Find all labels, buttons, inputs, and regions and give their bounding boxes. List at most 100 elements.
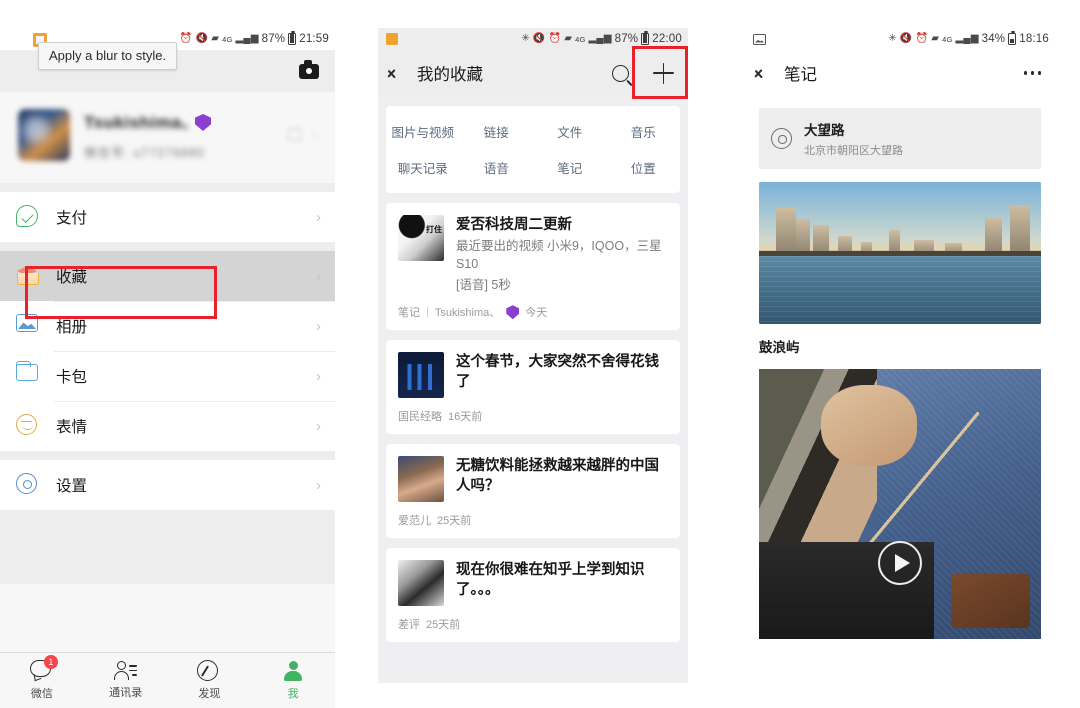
photo-water: [759, 255, 1041, 324]
signal-icon: ▂▄▆: [588, 33, 612, 44]
section-divider: [0, 242, 335, 251]
filter-chip-links[interactable]: 链接: [460, 122, 534, 141]
navbar-actions-panel3: [1023, 71, 1041, 75]
screenshot-stage: ⏰ 🔇 ▰ 4G ▂▄▆ 87% 21:59 Tsukishima、 微信号: …: [0, 0, 1080, 708]
sidebar-item-emoji[interactable]: 表情 ›: [0, 401, 335, 451]
filter-chip-location[interactable]: 位置: [607, 158, 681, 177]
item-meta-type: 笔记: [398, 307, 420, 320]
clock-label: 21:59: [299, 33, 329, 45]
profile-name: Tsukishima、: [84, 113, 199, 132]
clock-label: 18:16: [1019, 33, 1049, 45]
chat-icon: 1: [29, 655, 58, 682]
filter-chip-voice[interactable]: 语音: [460, 158, 534, 177]
wifi-icon: ▰: [931, 33, 940, 44]
back-chevron-icon[interactable]: [392, 64, 403, 83]
section-divider: [0, 183, 335, 192]
battery-percent-label: 87%: [614, 33, 639, 45]
phone-panel-note-detail: ✳ 🔇 ⏰ ▰ 4G ▂▄▆ 34% 18:16 笔记 大望路 北京市朝阳区大望…: [745, 28, 1055, 708]
network-type-label: 4G: [222, 34, 233, 44]
discover-compass-icon: [197, 660, 221, 682]
more-dots-icon[interactable]: [1023, 71, 1041, 75]
photo-building: [1009, 204, 1030, 256]
item-meta-author: 差评: [398, 619, 420, 632]
emoji-icon: [16, 414, 40, 438]
clock-label: 22:00: [652, 33, 682, 45]
note-photo[interactable]: [759, 182, 1041, 324]
tab-label: 发现: [198, 688, 221, 700]
navbar-actions-panel1: [299, 60, 321, 79]
sidebar-item-label: 表情: [56, 419, 88, 436]
network-type-label: 4G: [942, 34, 953, 44]
alarm-icon: ⏰: [548, 33, 562, 44]
note-content: 大望路 北京市朝阳区大望路 鼓浪屿: [745, 96, 1055, 639]
list-item[interactable]: 这个春节，大家突然不舍得花钱了 国民经略 16天前: [386, 340, 680, 435]
menu-group-pay: 支付 ›: [0, 192, 335, 242]
battery-percent-label: 87%: [261, 33, 286, 45]
status-right-icons: ✳ 🔇 ⏰ ▰ 4G ▂▄▆ 34% 18:16: [888, 31, 1049, 45]
list-item[interactable]: 爱否科技周二更新 最近要出的视频 小米9，IQOO，三星S10 [语音] 5秒 …: [386, 203, 680, 331]
filter-chip-files[interactable]: 文件: [533, 122, 607, 141]
signal-icon: ▂▄▆: [235, 33, 259, 44]
item-thumbnail: [398, 215, 444, 261]
note-video[interactable]: [759, 369, 1041, 639]
empty-filler: [0, 510, 335, 584]
search-icon[interactable]: [612, 64, 629, 82]
plus-icon[interactable]: [653, 62, 674, 84]
item-title: 爱否科技周二更新: [456, 217, 572, 233]
tab-me[interactable]: 我: [251, 653, 335, 708]
sidebar-item-label: 相册: [56, 319, 88, 336]
camera-icon[interactable]: [299, 60, 319, 79]
item-meta-author: 国民经略: [398, 411, 442, 424]
filter-chip-music[interactable]: 音乐: [607, 122, 681, 141]
filter-chip-row: 聊天记录 语音 笔记 位置: [386, 158, 680, 177]
sidebar-item-favorites[interactable]: 收藏 ›: [0, 251, 335, 301]
sidebar-item-album[interactable]: 相册 ›: [0, 301, 335, 351]
app-icon: [386, 33, 398, 45]
tab-wechat[interactable]: 1 微信: [0, 653, 84, 708]
location-name: 大望路: [804, 123, 845, 138]
page-title: 我的收藏: [417, 66, 483, 84]
menu-group-settings: 设置 ›: [0, 460, 335, 510]
list-item[interactable]: 无糖饮料能拯救越来越胖的中国人吗？ 爱范儿 25天前: [386, 444, 680, 539]
signal-icon: ▂▄▆: [955, 33, 979, 44]
menu-group-main: 收藏 › 相册 › 卡包 › 表情 ›: [0, 251, 335, 451]
location-card[interactable]: 大望路 北京市朝阳区大望路: [759, 108, 1041, 169]
item-subtitle-secondary: [语音] 5秒: [456, 277, 511, 292]
location-text: 大望路 北京市朝阳区大望路: [804, 119, 903, 158]
section-divider: [0, 451, 335, 460]
back-chevron-icon[interactable]: [759, 64, 770, 83]
wifi-icon: ▰: [211, 33, 220, 44]
sidebar-item-card-wallet[interactable]: 卡包 ›: [0, 351, 335, 401]
favorites-icon: [16, 264, 40, 288]
profile-row[interactable]: Tsukishima、 微信号: u77276880 ›: [0, 92, 335, 183]
filter-chip-images-videos[interactable]: 图片与视频: [386, 122, 460, 141]
filter-chip-chat-history[interactable]: 聊天记录: [386, 158, 460, 177]
item-title: 这个春节，大家突然不舍得花钱了: [456, 354, 659, 391]
battery-icon: [641, 31, 650, 45]
profile-right-actions[interactable]: ›: [287, 127, 317, 142]
list-item[interactable]: 现在你很难在知乎上学到知识了。。。 差评 25天前: [386, 548, 680, 643]
navbar-actions-panel2: [612, 62, 674, 84]
battery-icon: [288, 31, 297, 45]
page-title: 笔记: [784, 66, 817, 84]
item-meta-author: 爱范儿: [398, 515, 431, 528]
qr-code-icon[interactable]: [287, 128, 301, 141]
wifi-icon: ▰: [564, 33, 573, 44]
pay-icon: [16, 205, 40, 229]
filter-chip-notes[interactable]: 笔记: [533, 158, 607, 177]
chevron-right-icon: ›: [316, 476, 321, 494]
play-button-icon[interactable]: [878, 541, 922, 586]
avatar[interactable]: [18, 108, 70, 161]
item-thumbnail: [398, 352, 444, 399]
tab-contacts[interactable]: 通讯录: [84, 653, 168, 708]
sidebar-item-settings[interactable]: 设置 ›: [0, 460, 335, 510]
status-bar-panel2: ✳ 🔇 ⏰ ▰ 4G ▂▄▆ 87% 22:00: [378, 28, 688, 50]
tab-discover[interactable]: 发现: [168, 653, 252, 708]
sidebar-item-label: 设置: [56, 478, 88, 495]
item-meta-time: 25天前: [426, 619, 461, 632]
tab-label: 通讯录: [109, 687, 143, 699]
video-leather: [950, 574, 1030, 629]
status-bar-panel3: ✳ 🔇 ⏰ ▰ 4G ▂▄▆ 34% 18:16: [745, 28, 1055, 50]
sidebar-item-pay[interactable]: 支付 ›: [0, 192, 335, 242]
item-title: 现在你很难在知乎上学到知识了。。。: [456, 562, 645, 599]
